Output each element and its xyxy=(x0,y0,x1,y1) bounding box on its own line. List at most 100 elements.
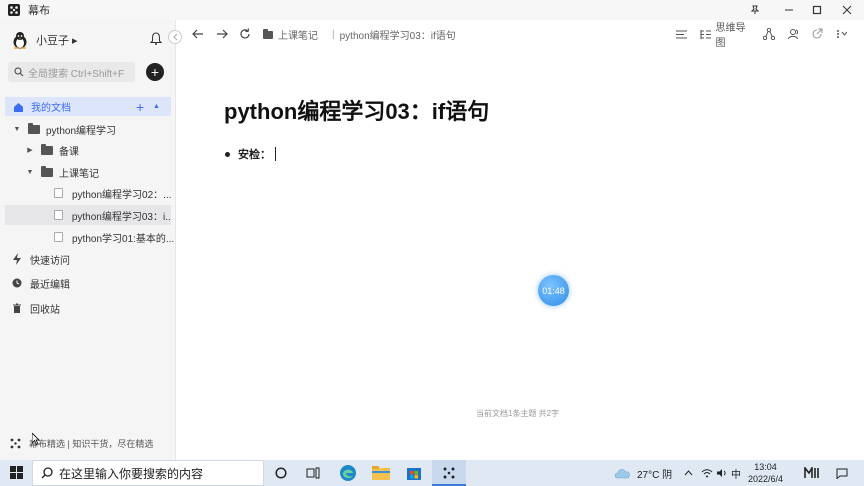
sidebar-item-label: 我的文档 xyxy=(31,103,71,114)
notification-icon xyxy=(836,468,848,479)
bullet-dot[interactable] xyxy=(225,151,230,157)
outline-item[interactable]: 安检： xyxy=(225,146,276,162)
network-status[interactable] xyxy=(701,460,713,486)
sidebar-item-my-docs[interactable]: 我的文档 + ▲ xyxy=(5,97,171,116)
nav-label: 快速访问 xyxy=(30,255,70,267)
tray-chevron[interactable] xyxy=(684,460,693,486)
sidebar-item-quick-access[interactable]: 快速访问 xyxy=(12,250,70,268)
share-button[interactable] xyxy=(762,26,776,42)
mubu-app-icon xyxy=(443,467,455,479)
forward-button[interactable] xyxy=(215,26,229,42)
more-button[interactable] xyxy=(834,26,848,42)
document-icon xyxy=(54,232,63,242)
search-placeholder: 全局搜索 Ctrl+Shift+F xyxy=(28,68,125,80)
tree-item-label: 上课笔记 xyxy=(59,168,99,180)
mindmap-button[interactable]: 思维导图 xyxy=(700,23,754,49)
maximize-button[interactable] xyxy=(802,0,832,20)
more-icon xyxy=(837,30,847,38)
lightning-icon xyxy=(13,253,21,265)
start-button[interactable] xyxy=(10,466,23,482)
export-button[interactable] xyxy=(810,26,824,42)
clock-icon xyxy=(12,278,22,288)
taskbar-app-edge[interactable] xyxy=(339,464,357,485)
notification-center[interactable] xyxy=(836,460,848,486)
add-folder-icon[interactable]: + xyxy=(136,99,144,115)
minimize-icon xyxy=(785,9,793,11)
tree-folder-notes[interactable]: ▼ 上课笔记 xyxy=(0,162,176,182)
tree-folder-beike[interactable]: ▶ 备课 xyxy=(0,140,176,160)
tree-item-label: python编程学习02：... xyxy=(72,189,172,201)
tree-folder-python[interactable]: ▼ python编程学习 xyxy=(0,119,176,139)
user-menu[interactable]: 小豆子 ▸ xyxy=(12,30,78,50)
search-input[interactable]: 全局搜索 Ctrl+Shift+F xyxy=(8,62,135,82)
tree-doc-03[interactable]: python编程学习03：i... xyxy=(5,205,171,225)
weather-widget[interactable]: 27°C 阴 xyxy=(614,460,672,486)
arrow-left-icon xyxy=(192,29,203,39)
volume-control[interactable] xyxy=(716,460,728,486)
minimize-button[interactable] xyxy=(774,0,804,20)
folder-icon xyxy=(41,165,53,177)
text-cursor xyxy=(275,147,276,161)
mubu-app-icon xyxy=(8,4,20,16)
task-view-icon xyxy=(306,467,320,479)
taskbar-app-explorer[interactable] xyxy=(372,466,390,483)
task-view-button[interactable] xyxy=(306,467,320,482)
outline-item-text[interactable]: 安检： xyxy=(238,146,271,162)
tree-item-label: 备课 xyxy=(59,146,79,158)
taskbar-search-input[interactable]: 在这里输入你要搜索的内容 xyxy=(32,460,264,486)
mouse-cursor-icon xyxy=(32,433,40,445)
outline-button[interactable] xyxy=(674,26,688,42)
taskbar-app-store[interactable] xyxy=(406,465,422,484)
sidebar-item-trash[interactable]: 回收站 xyxy=(12,299,60,317)
trash-icon xyxy=(13,303,21,313)
pin-icon xyxy=(750,5,760,14)
plus-icon: + xyxy=(150,64,160,80)
tree-doc-02[interactable]: python编程学习02：... xyxy=(0,183,176,203)
close-button[interactable] xyxy=(832,0,862,20)
nav-label: 回收站 xyxy=(30,304,60,316)
caret-right-icon[interactable]: ▶ xyxy=(25,146,35,154)
cortana-button[interactable] xyxy=(275,467,287,482)
collaborate-button[interactable] xyxy=(786,26,800,42)
document-stats: 当前文档1条主题 共2字 xyxy=(476,409,560,418)
breadcrumb-doc: python编程学习03：if语句 xyxy=(339,31,456,42)
app-tray-icon xyxy=(804,467,819,478)
nav-label: 最近编辑 xyxy=(30,279,70,291)
ime-label: 中 xyxy=(731,469,741,481)
search-icon xyxy=(14,67,24,77)
breadcrumb[interactable]: 上课笔记 | python编程学习03：if语句 xyxy=(263,27,456,42)
sidebar-item-recent[interactable]: 最近编辑 xyxy=(12,274,70,292)
breadcrumb-folder[interactable]: 上课笔记 xyxy=(278,27,318,42)
mindmap-icon xyxy=(700,29,711,39)
new-document-button[interactable]: + xyxy=(146,63,164,81)
breadcrumb-separator: | xyxy=(332,29,335,40)
document-title[interactable]: python编程学习03：if语句 xyxy=(224,94,489,126)
folder-icon xyxy=(28,122,40,134)
ime-indicator[interactable]: 中 xyxy=(731,460,741,486)
caret-up-icon[interactable]: ▲ xyxy=(153,103,160,110)
back-button[interactable] xyxy=(191,26,205,42)
folder-icon xyxy=(263,28,273,39)
taskbar-app-mubu[interactable] xyxy=(432,460,466,486)
refresh-button[interactable] xyxy=(238,26,252,42)
caret-down-icon[interactable]: ▼ xyxy=(25,169,35,176)
search-icon xyxy=(41,467,53,479)
store-icon xyxy=(407,468,421,480)
home-icon xyxy=(14,102,23,112)
refresh-icon xyxy=(240,28,250,39)
edge-browser-icon xyxy=(340,465,356,481)
folder-icon xyxy=(41,143,53,155)
sidebar: 小豆子 ▸ 全局搜索 Ctrl+Shift+F + 我的文档 + ▲ ▼ pyt… xyxy=(0,20,182,460)
tree-item-label: python学习01:基本的... xyxy=(72,233,175,245)
system-clock[interactable]: 13:04 2022/6/4 xyxy=(748,461,783,485)
bell-icon[interactable] xyxy=(150,32,162,45)
recording-timer[interactable]: 01:48 xyxy=(538,275,569,306)
pin-button[interactable] xyxy=(740,0,770,20)
wifi-icon xyxy=(701,469,713,478)
tree-item-label: python编程学习03：i... xyxy=(71,211,171,223)
window-title: 幕布 xyxy=(28,5,50,17)
tree-doc-01[interactable]: python学习01:基本的... xyxy=(0,227,176,247)
taskbar-app-extra[interactable] xyxy=(804,460,820,486)
caret-down-icon[interactable]: ▼ xyxy=(12,126,22,133)
chevron-up-icon xyxy=(684,470,693,476)
